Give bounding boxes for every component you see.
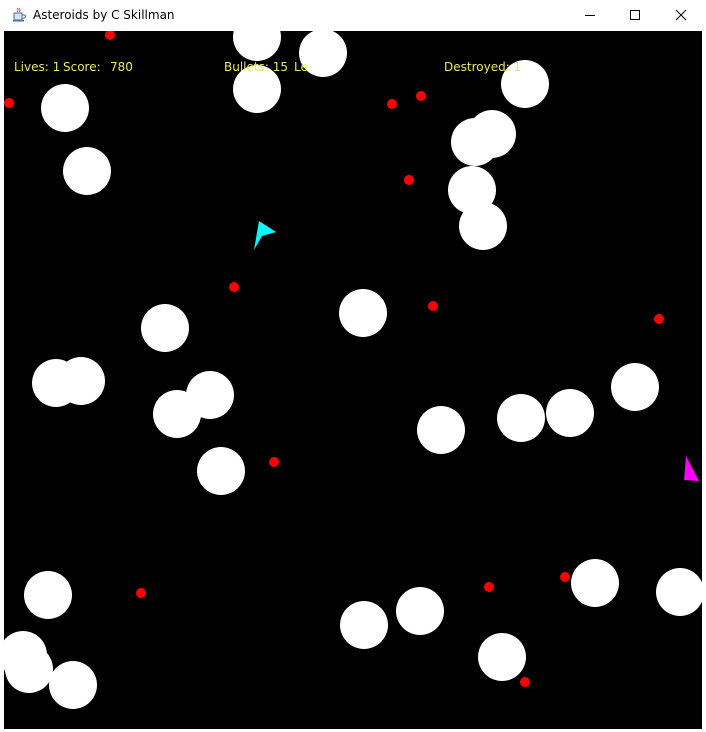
app-window: Asteroids by C Skillman Lives: 1 Score: … [0, 0, 706, 732]
maximize-button[interactable] [612, 0, 658, 31]
asteroid [57, 357, 105, 405]
bullet [105, 31, 115, 40]
bullet [484, 582, 494, 592]
asteroid [339, 289, 387, 337]
java-coffee-cup-icon [11, 7, 27, 23]
asteroid [233, 31, 281, 61]
bullet [404, 175, 414, 185]
asteroid [497, 394, 545, 442]
bullet [229, 282, 239, 292]
asteroid [49, 661, 97, 709]
asteroid [459, 202, 507, 250]
asteroid [478, 633, 526, 681]
close-button[interactable] [658, 0, 704, 31]
destroyed-label: Destroyed: 1 [444, 60, 522, 74]
bullets-label: Bullets: 15 [224, 60, 288, 74]
asteroid [153, 390, 201, 438]
asteroid [546, 389, 594, 437]
level-label: Le [294, 60, 308, 74]
player-ship-icon [254, 221, 276, 250]
asteroid [63, 147, 111, 195]
asteroid [24, 571, 72, 619]
bullet [654, 314, 664, 324]
title-bar[interactable]: Asteroids by C Skillman [0, 0, 706, 32]
minimize-button[interactable] [567, 0, 613, 31]
bullet [416, 91, 426, 101]
asteroid [5, 645, 53, 693]
asteroid [451, 118, 499, 166]
close-icon [675, 6, 687, 25]
asteroid [41, 84, 89, 132]
game-canvas[interactable]: Lives: 1 Score: 780 Bullets: 15 Le Destr… [4, 31, 702, 729]
bullet [387, 99, 397, 109]
window-right-border [702, 31, 706, 732]
asteroid [340, 601, 388, 649]
bullet [269, 457, 279, 467]
asteroid [611, 363, 659, 411]
score-value: 780 [110, 60, 133, 74]
maximize-icon [629, 6, 641, 25]
asteroid [571, 559, 619, 607]
window-left-border [0, 31, 4, 732]
bullet [520, 677, 530, 687]
bullet [136, 588, 146, 598]
bullet [4, 98, 14, 108]
asteroid [417, 406, 465, 454]
asteroid [396, 587, 444, 635]
enemy-ship-icon [683, 456, 699, 494]
lives-label: Lives: 1 [14, 60, 61, 74]
bullet [428, 301, 438, 311]
bullet-group [4, 31, 664, 687]
asteroid [141, 304, 189, 352]
minimize-icon [584, 6, 596, 25]
score-label: Score: [63, 60, 101, 74]
asteroid [197, 447, 245, 495]
asteroid [656, 568, 702, 616]
game-field [4, 31, 702, 709]
window-title: Asteroids by C Skillman [33, 8, 175, 22]
asteroid-group [4, 31, 702, 709]
bullet [560, 572, 570, 582]
